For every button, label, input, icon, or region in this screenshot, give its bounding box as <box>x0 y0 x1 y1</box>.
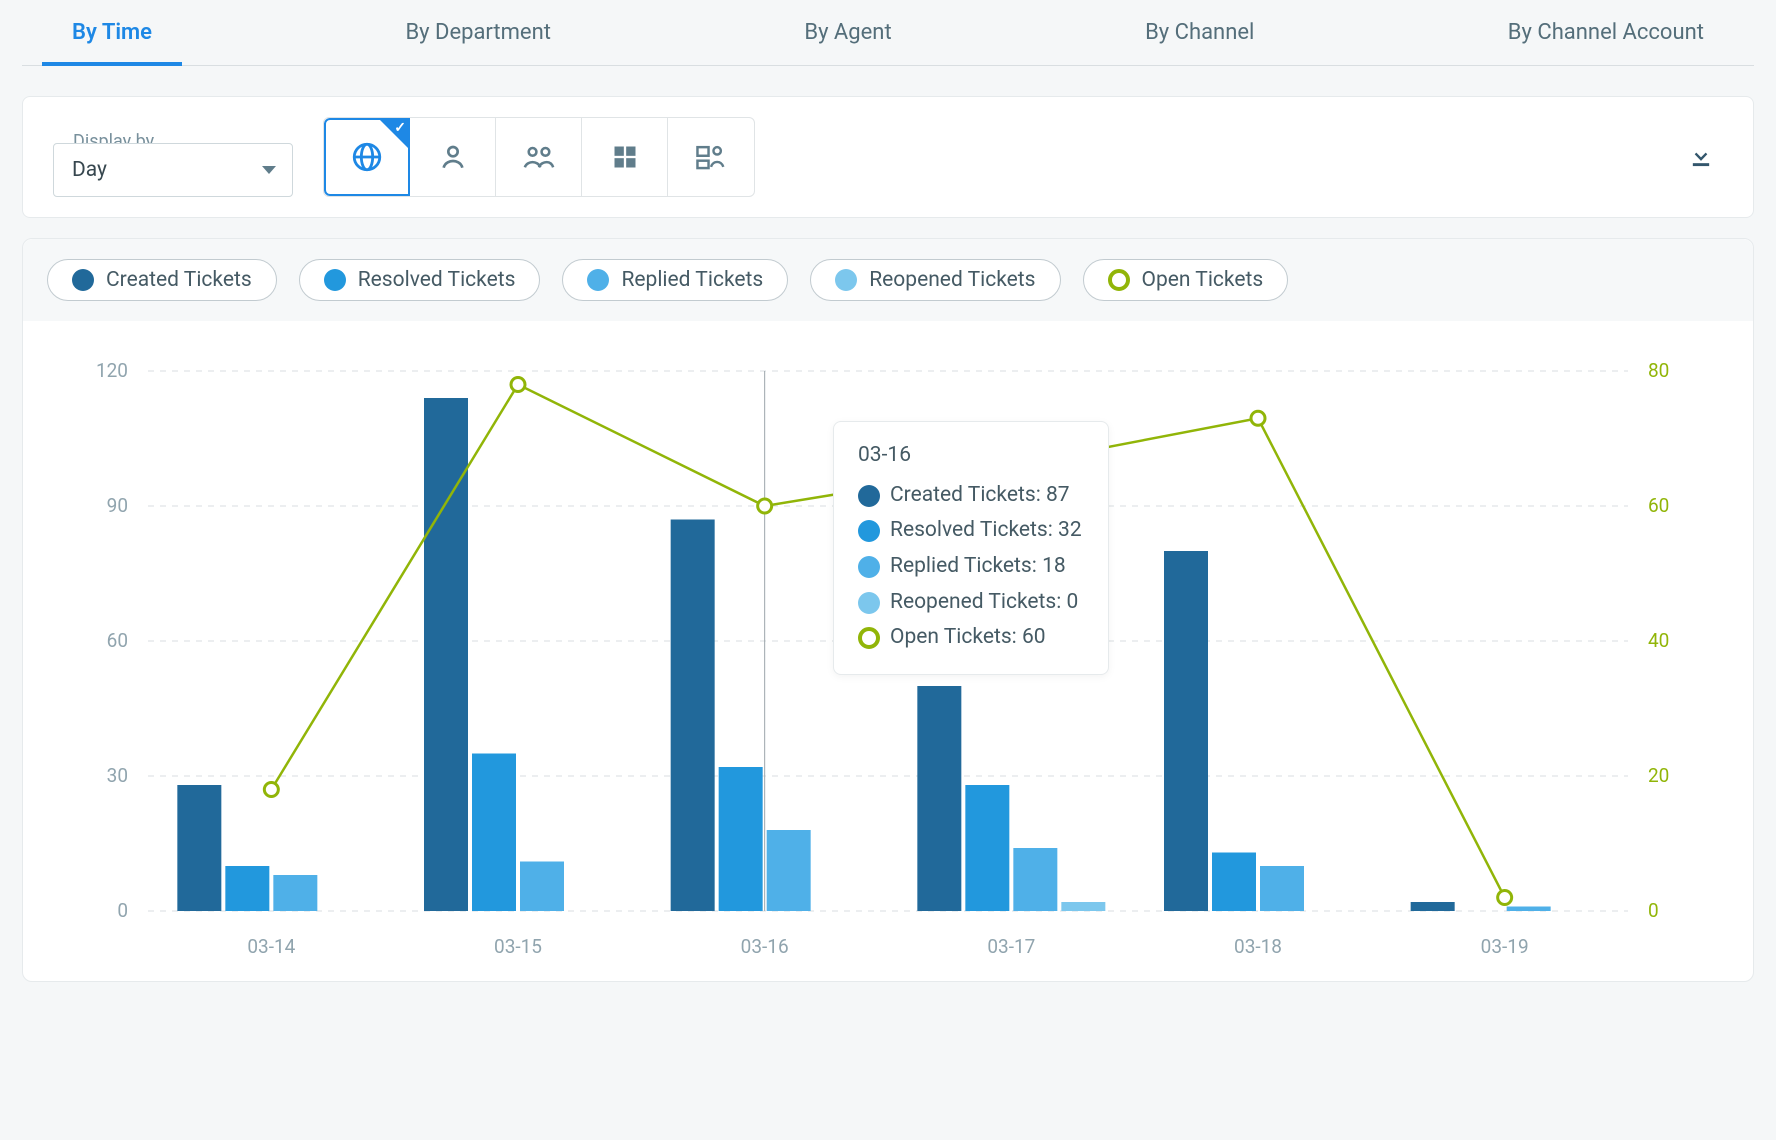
svg-text:0: 0 <box>1648 899 1659 922</box>
legend-reopened[interactable]: Reopened Tickets <box>810 259 1060 301</box>
svg-text:90: 90 <box>107 494 128 517</box>
tooltip-title: 03-16 <box>858 438 1082 474</box>
tab-by-channel[interactable]: By Channel <box>1135 0 1264 65</box>
dot-icon <box>858 556 880 578</box>
dot-icon <box>858 592 880 614</box>
svg-text:120: 120 <box>96 359 128 382</box>
dot-icon <box>858 485 880 507</box>
legend-label: Created Tickets <box>106 268 252 292</box>
svg-text:40: 40 <box>1648 629 1669 652</box>
group-department-button[interactable] <box>582 118 668 196</box>
legend-swatch-resolved <box>324 269 346 291</box>
id-card-icon <box>695 142 727 172</box>
svg-text:60: 60 <box>1648 494 1669 517</box>
toolbar: Display by Day <box>22 96 1754 218</box>
download-button[interactable] <box>1679 133 1723 181</box>
svg-text:03-18: 03-18 <box>1234 935 1282 958</box>
chevron-down-icon <box>262 166 276 174</box>
legend-label: Open Tickets <box>1142 268 1264 292</box>
svg-text:03-17: 03-17 <box>987 935 1035 958</box>
svg-text:30: 30 <box>107 764 128 787</box>
legend-label: Resolved Tickets <box>358 268 516 292</box>
tooltip-reopened: Reopened Tickets: 0 <box>890 585 1078 621</box>
grouping-icon-strip <box>323 117 755 197</box>
svg-text:0: 0 <box>117 899 128 922</box>
tab-by-time[interactable]: By Time <box>62 0 162 65</box>
chart-card: Created Tickets Resolved Tickets Replied… <box>22 238 1754 982</box>
legend-replied[interactable]: Replied Tickets <box>562 259 788 301</box>
svg-text:03-14: 03-14 <box>247 935 295 958</box>
tooltip-replied: Replied Tickets: 18 <box>890 549 1066 585</box>
svg-text:20: 20 <box>1648 764 1669 787</box>
globe-icon <box>350 140 384 174</box>
svg-text:60: 60 <box>107 629 128 652</box>
report-tabs: By Time By Department By Agent By Channe… <box>22 0 1754 66</box>
svg-text:03-16: 03-16 <box>741 935 789 958</box>
ring-icon <box>858 627 880 649</box>
grid-icon <box>611 143 639 171</box>
legend-created[interactable]: Created Tickets <box>47 259 277 301</box>
tab-by-agent[interactable]: By Agent <box>794 0 901 65</box>
legend-swatch-replied <box>587 269 609 291</box>
legend-swatch-created <box>72 269 94 291</box>
people-icon <box>521 141 557 173</box>
display-by-value: Day <box>72 158 107 182</box>
download-icon <box>1687 141 1715 169</box>
person-icon <box>437 141 469 173</box>
group-team-button[interactable] <box>496 118 582 196</box>
legend-label: Replied Tickets <box>621 268 763 292</box>
group-global-button[interactable] <box>324 118 410 196</box>
tab-by-channel-account[interactable]: By Channel Account <box>1498 0 1714 65</box>
tab-by-department[interactable]: By Department <box>395 0 561 65</box>
group-account-button[interactable] <box>668 118 754 196</box>
legend-open[interactable]: Open Tickets <box>1083 259 1289 301</box>
legend-ring-open <box>1108 269 1130 291</box>
svg-text:03-15: 03-15 <box>494 935 542 958</box>
legend-swatch-reopened <box>835 269 857 291</box>
svg-text:03-19: 03-19 <box>1481 935 1529 958</box>
legend-resolved[interactable]: Resolved Tickets <box>299 259 541 301</box>
display-by-select[interactable]: Day <box>53 143 293 197</box>
chart[interactable]: 0 30 60 90 120 0 20 40 60 80 03-14 03-15 03-16 03-17 0… <box>23 321 1753 981</box>
chart-tooltip: 03-16 Created Tickets: 87 Resolved Ticke… <box>833 421 1109 675</box>
tooltip-created: Created Tickets: 87 <box>890 478 1070 514</box>
group-agent-button[interactable] <box>410 118 496 196</box>
legend-label: Reopened Tickets <box>869 268 1035 292</box>
dot-icon <box>858 520 880 542</box>
svg-text:80: 80 <box>1648 359 1669 382</box>
tooltip-resolved: Resolved Tickets: 32 <box>890 513 1082 549</box>
tooltip-open: Open Tickets: 60 <box>890 620 1046 656</box>
legend: Created Tickets Resolved Tickets Replied… <box>23 239 1753 321</box>
